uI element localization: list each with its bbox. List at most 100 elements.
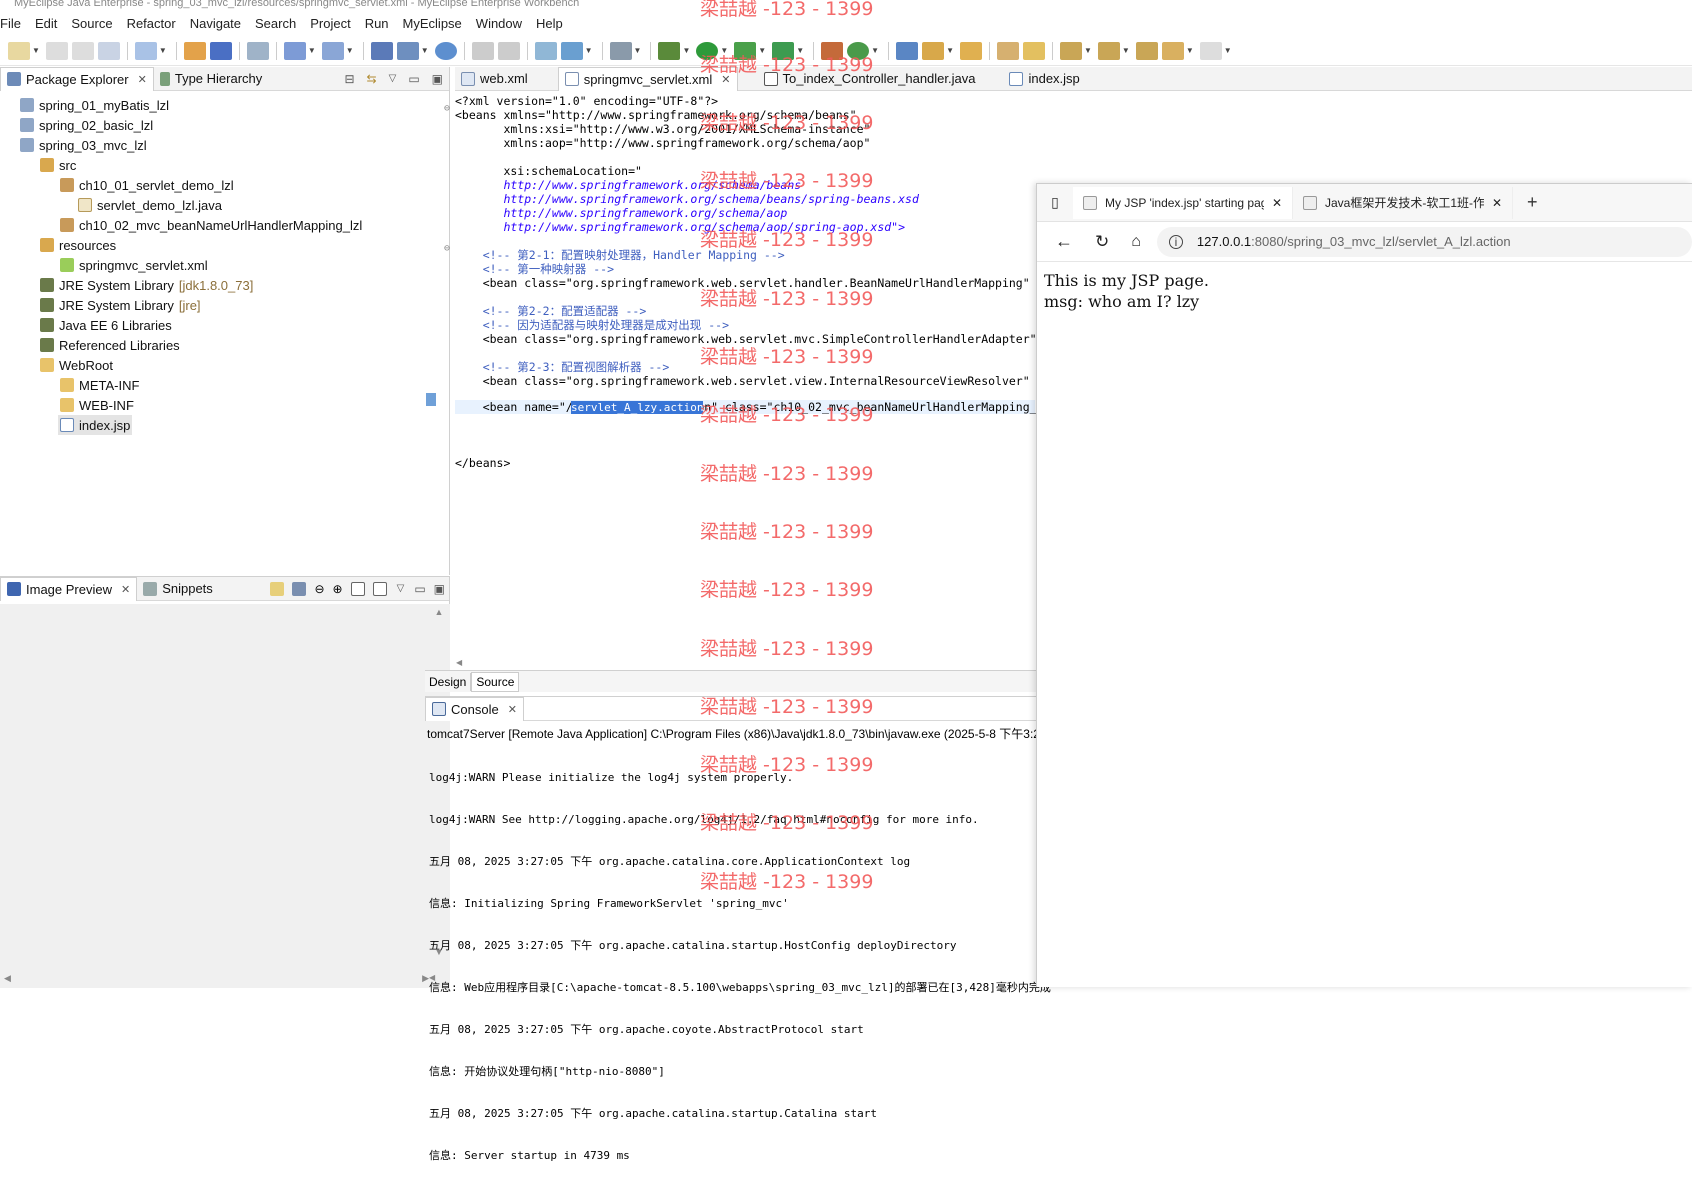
globe-run-icon[interactable] <box>560 41 583 60</box>
open-folder-icon[interactable] <box>896 41 919 60</box>
sidebar-toggle-icon[interactable]: ▯ <box>1037 194 1073 211</box>
search-tool-icon[interactable] <box>321 41 344 60</box>
tree-library[interactable]: JRE System Library [jre] <box>40 295 201 315</box>
tree-package[interactable]: ch10_02_mvc_beanNameUrlHandlerMapping_lz… <box>60 215 362 235</box>
prev-annotation-icon[interactable] <box>1097 41 1120 60</box>
menu-window[interactable]: Window <box>469 16 529 31</box>
console-line: 信息: Server startup in 4739 ms <box>429 1149 630 1162</box>
tree-folder[interactable]: src <box>40 155 76 175</box>
maximize-icon[interactable]: ▣ <box>432 72 443 86</box>
forward-icon[interactable] <box>1199 41 1222 60</box>
collapse-all-icon[interactable]: ⊟ <box>344 72 354 86</box>
menu-project[interactable]: Project <box>303 16 357 31</box>
zoom-out-icon[interactable]: ⊖ <box>314 582 324 596</box>
print-icon[interactable] <box>97 41 120 60</box>
close-icon[interactable]: ✕ <box>121 583 130 596</box>
debug-icon[interactable] <box>658 41 681 60</box>
view-menu-icon[interactable]: ▽ <box>389 73 397 84</box>
home-icon[interactable]: ⌂ <box>1131 233 1141 251</box>
info-icon[interactable]: i <box>1168 234 1183 249</box>
menu-search[interactable]: Search <box>248 16 303 31</box>
horizontal-scrollbar[interactable]: ◀ ▶ <box>4 973 429 985</box>
tab-web-xml[interactable]: web.xml <box>455 67 534 91</box>
bookmark-icon[interactable] <box>1022 41 1045 60</box>
menu-help[interactable]: Help <box>529 16 570 31</box>
back-icon[interactable]: ← <box>1055 231 1073 252</box>
next-annotation-icon[interactable] <box>1059 41 1082 60</box>
scroll-left-icon[interactable]: ◀ <box>456 658 462 667</box>
web-icon[interactable] <box>534 41 557 60</box>
new-wizard-icon[interactable] <box>134 41 157 60</box>
zoom-in-icon[interactable]: ⊕ <box>333 582 343 596</box>
view-menu-icon[interactable]: ▽ <box>397 583 405 594</box>
actual-size-icon[interactable] <box>350 581 365 596</box>
back-icon[interactable] <box>1161 41 1184 60</box>
open-resource-icon[interactable] <box>396 41 419 60</box>
link-editor-icon[interactable]: ⇆ <box>367 72 377 86</box>
tab-design[interactable]: Design <box>425 672 472 691</box>
server-icon[interactable] <box>246 41 269 60</box>
menu-navigate[interactable]: Navigate <box>183 16 248 31</box>
address-bar[interactable]: i 127.0.0.1:8080/spring_03_mvc_lzl/servl… <box>1156 226 1692 257</box>
new-tab-icon[interactable]: + <box>1527 192 1538 213</box>
tab-snippets[interactable]: Snippets <box>137 577 219 601</box>
monitor-icon[interactable] <box>609 41 632 60</box>
forward-nav-icon[interactable] <box>497 41 520 60</box>
pen-icon[interactable] <box>922 41 945 60</box>
package-icon[interactable] <box>183 41 206 60</box>
menu-file[interactable]: File <box>0 16 28 31</box>
close-tab-icon[interactable]: ✕ <box>1272 196 1282 210</box>
sync-icon[interactable] <box>270 581 285 596</box>
deploy-icon[interactable] <box>283 41 306 60</box>
minimize-icon[interactable]: ▭ <box>414 582 425 596</box>
tree-file-selected[interactable]: index.jsp <box>58 415 133 435</box>
close-tab-icon[interactable]: ✕ <box>1492 196 1502 210</box>
menu-source[interactable]: Source <box>64 16 119 31</box>
globe-icon[interactable] <box>434 41 457 60</box>
tree-folder[interactable]: META-INF <box>60 375 139 395</box>
tree-folder[interactable]: resources <box>40 235 116 255</box>
tree-folder[interactable]: WebRoot <box>40 355 113 375</box>
tree-package[interactable]: ch10_01_servlet_demo_lzl <box>60 175 234 195</box>
tree-library[interactable]: Referenced Libraries <box>40 335 180 355</box>
save-all-icon[interactable] <box>71 41 94 60</box>
fit-icon[interactable] <box>292 581 307 596</box>
scroll-left-icon[interactable]: ◀ <box>429 973 435 982</box>
fullscreen-icon[interactable] <box>372 581 387 596</box>
last-edit-icon[interactable] <box>1135 41 1158 60</box>
tab-console[interactable]: Console ✕ <box>425 696 524 721</box>
close-icon[interactable]: ✕ <box>138 73 147 86</box>
reload-icon[interactable]: ↻ <box>1095 232 1109 252</box>
close-icon[interactable]: ✕ <box>508 703 517 716</box>
xml-file-icon <box>461 71 475 86</box>
tree-project[interactable]: spring_02_basic_lzl <box>20 115 153 135</box>
tree-library[interactable]: Java EE 6 Libraries <box>40 315 172 335</box>
tree-file[interactable]: springmvc_servlet.xml <box>60 255 208 275</box>
menu-edit[interactable]: Edit <box>28 16 64 31</box>
class-icon[interactable] <box>209 41 232 60</box>
browser-tab[interactable]: Java框架开发技术-软工1班-作业 ✕ <box>1293 186 1513 219</box>
menu-run[interactable]: Run <box>358 16 396 31</box>
tree-library[interactable]: JRE System Library [jdk1.8.0_73] <box>40 275 253 295</box>
tree-project[interactable]: spring_03_mvc_lzl <box>20 135 147 155</box>
task-icon[interactable] <box>996 41 1019 60</box>
tab-index-jsp[interactable]: index.jsp <box>1003 67 1085 91</box>
console-line: 信息: Web应用程序目录[C:\apache-tomcat-8.5.100\w… <box>429 981 1051 994</box>
new-icon[interactable] <box>8 41 30 60</box>
tab-package-explorer[interactable]: Package Explorer ✕ <box>0 66 154 91</box>
tab-source[interactable]: Source <box>471 671 520 692</box>
tab-image-preview[interactable]: Image Preview ✕ <box>0 576 138 601</box>
minimize-icon[interactable]: ▭ <box>408 72 419 86</box>
folder-open-icon[interactable] <box>959 41 982 60</box>
tree-project[interactable]: spring_01_myBatis_lzl <box>20 95 169 115</box>
tree-file[interactable]: servlet_demo_lzl.java <box>78 195 222 215</box>
back-nav-icon[interactable] <box>471 41 494 60</box>
save-icon[interactable] <box>45 41 68 60</box>
tab-type-hierarchy[interactable]: Type Hierarchy <box>154 67 268 91</box>
menu-refactor[interactable]: Refactor <box>120 16 183 31</box>
menu-myeclipse[interactable]: MyEclipse <box>396 16 469 31</box>
maximize-icon[interactable]: ▣ <box>434 582 445 596</box>
open-type-icon[interactable] <box>370 41 393 60</box>
tree-folder[interactable]: WEB-INF <box>60 395 134 415</box>
browser-tab-active[interactable]: My JSP 'index.jsp' starting page ✕ <box>1073 186 1293 219</box>
